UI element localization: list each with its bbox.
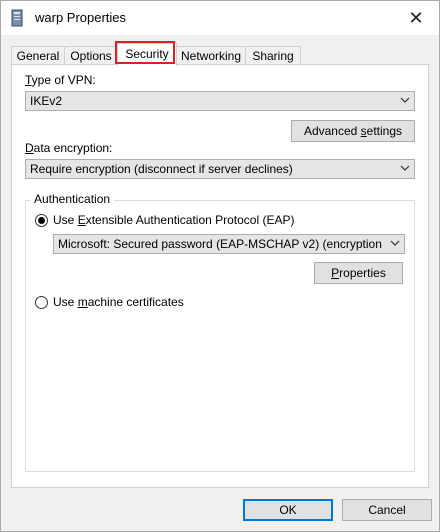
- tab-options[interactable]: Options: [64, 46, 118, 65]
- chevron-down-icon: [400, 97, 410, 103]
- properties-dialog: warp Properties ✕ General Options Securi…: [0, 0, 440, 532]
- ok-button[interactable]: OK: [243, 499, 333, 521]
- eap-option-label[interactable]: Use Extensible Authentication Protocol (…: [53, 213, 294, 227]
- tab-label: General: [16, 49, 60, 63]
- radio-selected-dot: [38, 217, 45, 224]
- tab-sharing[interactable]: Sharing: [245, 46, 301, 65]
- close-icon: ✕: [408, 8, 424, 28]
- cancel-button[interactable]: Cancel: [342, 499, 432, 521]
- vpn-type-label: Type of VPN:: [25, 73, 96, 87]
- vpn-connection-icon: [11, 9, 23, 27]
- title-bar: warp Properties ✕: [1, 1, 439, 35]
- authentication-group-title: Authentication: [30, 192, 115, 206]
- tab-label: Options: [70, 49, 112, 63]
- close-button[interactable]: ✕: [393, 1, 439, 35]
- window-title: warp Properties: [35, 10, 127, 25]
- tab-label: Security: [125, 47, 169, 61]
- eap-radio[interactable]: [35, 214, 48, 227]
- data-encryption-value: Require encryption (disconnect if server…: [30, 162, 293, 176]
- tab-label: Networking: [180, 49, 242, 63]
- data-encryption-label: Data encryption:: [25, 141, 113, 155]
- eap-method-value: Microsoft: Secured password (EAP-MSCHAP …: [58, 237, 382, 251]
- tab-security[interactable]: Security: [117, 43, 177, 66]
- vpn-type-select[interactable]: IKEv2: [25, 91, 415, 111]
- machine-certificates-radio[interactable]: [35, 296, 48, 309]
- machine-certificates-label[interactable]: Use machine certificates: [53, 295, 184, 309]
- tab-label: Sharing: [252, 49, 294, 63]
- chevron-down-icon: [400, 165, 410, 171]
- eap-method-select[interactable]: Microsoft: Secured password (EAP-MSCHAP …: [53, 234, 405, 254]
- data-encryption-select[interactable]: Require encryption (disconnect if server…: [25, 159, 415, 179]
- chevron-down-icon: [390, 240, 400, 246]
- tab-general[interactable]: General: [11, 46, 65, 65]
- tab-networking[interactable]: Networking: [176, 46, 246, 65]
- properties-button[interactable]: Properties: [314, 262, 403, 284]
- security-panel: Type of VPN: IKEv2 Advanced settings Dat…: [11, 64, 429, 488]
- advanced-settings-button[interactable]: Advanced settings: [291, 120, 415, 142]
- vpn-type-value: IKEv2: [30, 94, 63, 108]
